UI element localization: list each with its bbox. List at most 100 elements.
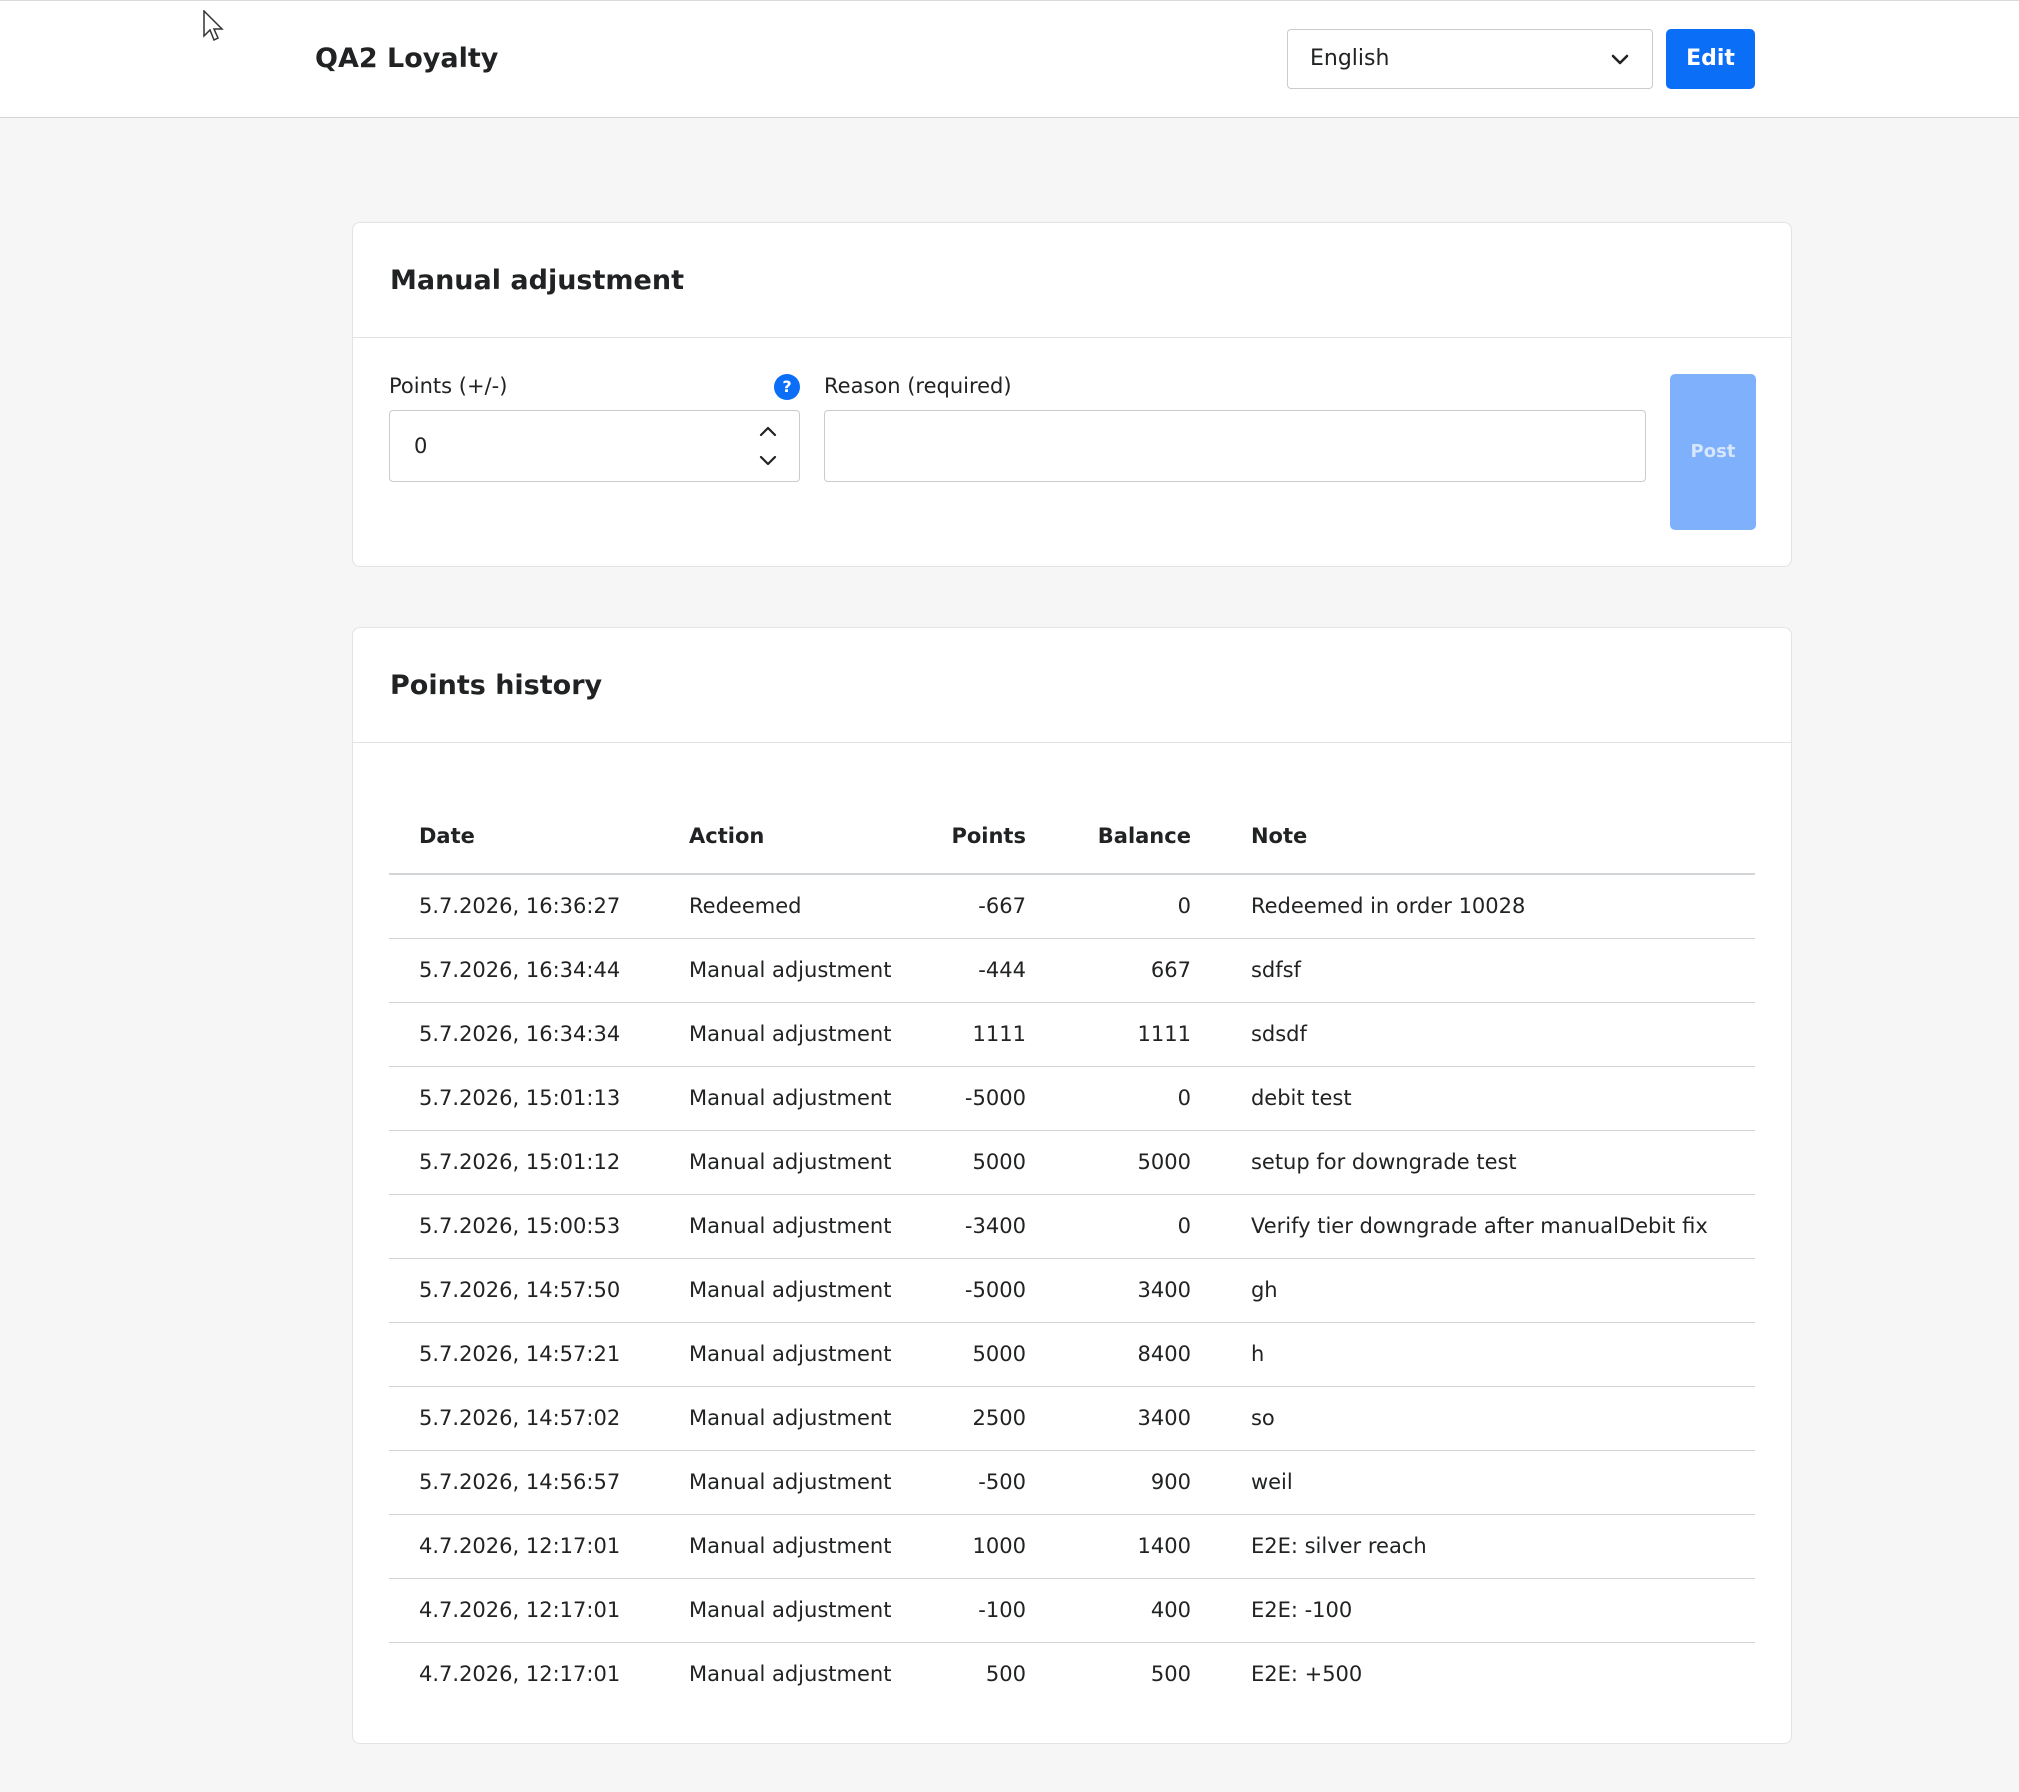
top-bar: QA2 Loyalty English Edit xyxy=(0,0,2019,118)
date-cell: 5.7.2026, 16:36:27 xyxy=(389,874,659,939)
action-cell: Manual adjustment xyxy=(659,1002,922,1067)
note-cell: so xyxy=(1220,1386,1755,1451)
action-cell: Manual adjustment xyxy=(659,938,922,1003)
points-cell: -5000 xyxy=(921,1258,1056,1323)
language-select[interactable]: English xyxy=(1287,29,1653,89)
balance-cell: 900 xyxy=(1055,1450,1221,1515)
table-row: 4.7.2026, 12:17:01 Manual adjustment 500 50… xyxy=(389,1642,1755,1706)
column-header-date: Date xyxy=(389,798,659,875)
help-icon[interactable]: ? xyxy=(774,374,800,400)
date-cell: 5.7.2026, 14:56:57 xyxy=(389,1450,659,1515)
table-row: 5.7.2026, 16:34:34 Manual adjustment 1111 1… xyxy=(389,1002,1755,1067)
table-row: 5.7.2026, 15:00:53 Manual adjustment -3400… xyxy=(389,1194,1755,1259)
points-cell: 1111 xyxy=(921,1002,1056,1067)
balance-cell: 667 xyxy=(1055,938,1221,1003)
points-label: Points (+/-) xyxy=(389,374,508,398)
points-cell: 5000 xyxy=(921,1130,1056,1195)
reason-label: Reason (required) xyxy=(824,374,1012,398)
action-cell: Manual adjustment xyxy=(659,1578,922,1643)
action-cell: Manual adjustment xyxy=(659,1130,922,1195)
date-cell: 5.7.2026, 15:00:53 xyxy=(389,1194,659,1259)
table-row: 5.7.2026, 15:01:13 Manual adjustment -5000… xyxy=(389,1066,1755,1131)
points-cell: 2500 xyxy=(921,1386,1056,1451)
date-cell: 5.7.2026, 16:34:44 xyxy=(389,938,659,1003)
points-cell: 1000 xyxy=(921,1514,1056,1579)
table-row: 5.7.2026, 16:34:44 Manual adjustment -444 6… xyxy=(389,938,1755,1003)
points-history-table: Date Action Points Balance Note 5.7.2026… xyxy=(389,798,1755,1706)
note-cell: weil xyxy=(1220,1450,1755,1515)
edit-button[interactable]: Edit xyxy=(1666,29,1755,89)
balance-cell: 1111 xyxy=(1055,1002,1221,1067)
points-cell: -100 xyxy=(921,1578,1056,1643)
table-header-row: Date Action Points Balance Note xyxy=(389,798,1755,875)
table-row: 5.7.2026, 14:57:21 Manual adjustment 5000 8… xyxy=(389,1322,1755,1387)
table-row: 5.7.2026, 14:57:02 Manual adjustment 2500 3… xyxy=(389,1386,1755,1451)
date-cell: 5.7.2026, 14:57:50 xyxy=(389,1258,659,1323)
table-row: 5.7.2026, 15:01:12 Manual adjustment 5000 5… xyxy=(389,1130,1755,1195)
note-cell: E2E: silver reach xyxy=(1220,1514,1755,1579)
note-cell: Verify tier downgrade after manualDebit … xyxy=(1220,1194,1755,1259)
points-cell: -5000 xyxy=(921,1066,1056,1131)
action-cell: Manual adjustment xyxy=(659,1386,922,1451)
note-cell: Redeemed in order 10028 xyxy=(1220,874,1755,939)
reason-input[interactable] xyxy=(824,410,1646,482)
balance-cell: 3400 xyxy=(1055,1386,1221,1451)
chevron-up-icon[interactable] xyxy=(759,425,777,437)
card-header: Points history xyxy=(353,628,1791,743)
action-cell: Manual adjustment xyxy=(659,1066,922,1131)
chevron-down-icon xyxy=(1611,54,1629,65)
table-row: 5.7.2026, 14:56:57 Manual adjustment -500 9… xyxy=(389,1450,1755,1515)
balance-cell: 0 xyxy=(1055,1194,1221,1259)
manual-adjustment-title: Manual adjustment xyxy=(390,265,684,296)
balance-cell: 5000 xyxy=(1055,1130,1221,1195)
cursor-icon xyxy=(203,10,224,42)
action-cell: Manual adjustment xyxy=(659,1322,922,1387)
note-cell: h xyxy=(1220,1322,1755,1387)
points-cell: 500 xyxy=(985,1662,1026,1687)
action-cell: Manual adjustment xyxy=(659,1450,922,1515)
date-cell: 5.7.2026, 14:57:02 xyxy=(389,1386,659,1451)
date-cell: 5.7.2026, 14:57:21 xyxy=(389,1322,659,1387)
points-cell: 5000 xyxy=(921,1322,1056,1387)
manual-adjustment-card: Manual adjustment xyxy=(352,222,1792,567)
note-cell: setup for downgrade test xyxy=(1220,1130,1755,1195)
date-cell: 4.7.2026, 12:17:01 xyxy=(389,1578,659,1643)
date-cell: 5.7.2026, 16:34:34 xyxy=(389,1002,659,1067)
note-cell: gh xyxy=(1220,1258,1755,1323)
column-header-balance: Balance xyxy=(1055,798,1221,875)
balance-cell: 500 xyxy=(1150,1662,1191,1687)
balance-cell: 0 xyxy=(1055,874,1221,939)
post-button[interactable]: Post xyxy=(1670,374,1756,530)
date-cell: 5.7.2026, 15:01:12 xyxy=(389,1130,659,1195)
points-cell: -3400 xyxy=(921,1194,1056,1259)
balance-cell: 400 xyxy=(1055,1578,1221,1643)
date-cell: 4.7.2026, 12:17:01 xyxy=(389,1514,659,1579)
points-cell: -500 xyxy=(921,1450,1056,1515)
table-row: 5.7.2026, 14:57:50 Manual adjustment -5000… xyxy=(389,1258,1755,1323)
column-header-points: Points xyxy=(921,798,1056,875)
date-cell: 4.7.2026, 12:17:01 xyxy=(419,1662,621,1687)
note-cell: debit test xyxy=(1220,1066,1755,1131)
note-cell: sdfsf xyxy=(1220,938,1755,1003)
card-header: Manual adjustment xyxy=(353,223,1791,338)
points-cell: -444 xyxy=(921,938,1056,1003)
table-row: 5.7.2026, 16:36:27 Redeemed -667 0 Redeemed … xyxy=(389,874,1755,939)
balance-cell: 3400 xyxy=(1055,1258,1221,1323)
points-history-title: Points history xyxy=(390,670,603,701)
column-header-action: Action xyxy=(659,798,922,875)
balance-cell: 8400 xyxy=(1055,1322,1221,1387)
action-cell: Manual adjustment xyxy=(659,1514,922,1579)
note-cell: E2E: -100 xyxy=(1220,1578,1755,1643)
date-cell: 5.7.2026, 15:01:13 xyxy=(389,1066,659,1131)
note-cell: E2E: +500 xyxy=(1250,1662,1363,1687)
note-cell: sdsdf xyxy=(1220,1002,1755,1067)
table-row: 4.7.2026, 12:17:01 Manual adjustment -100 4… xyxy=(389,1578,1755,1643)
chevron-down-icon[interactable] xyxy=(759,455,777,467)
action-cell: Manual adjustment xyxy=(689,1662,892,1687)
action-cell: Manual adjustment xyxy=(659,1194,922,1259)
table-row: 4.7.2026, 12:17:01 Manual adjustment 1000 1… xyxy=(389,1514,1755,1579)
points-input[interactable]: 0 xyxy=(389,410,800,482)
column-header-note: Note xyxy=(1220,798,1755,875)
action-cell: Manual adjustment xyxy=(659,1258,922,1323)
app-title: QA2 Loyalty xyxy=(315,43,499,74)
